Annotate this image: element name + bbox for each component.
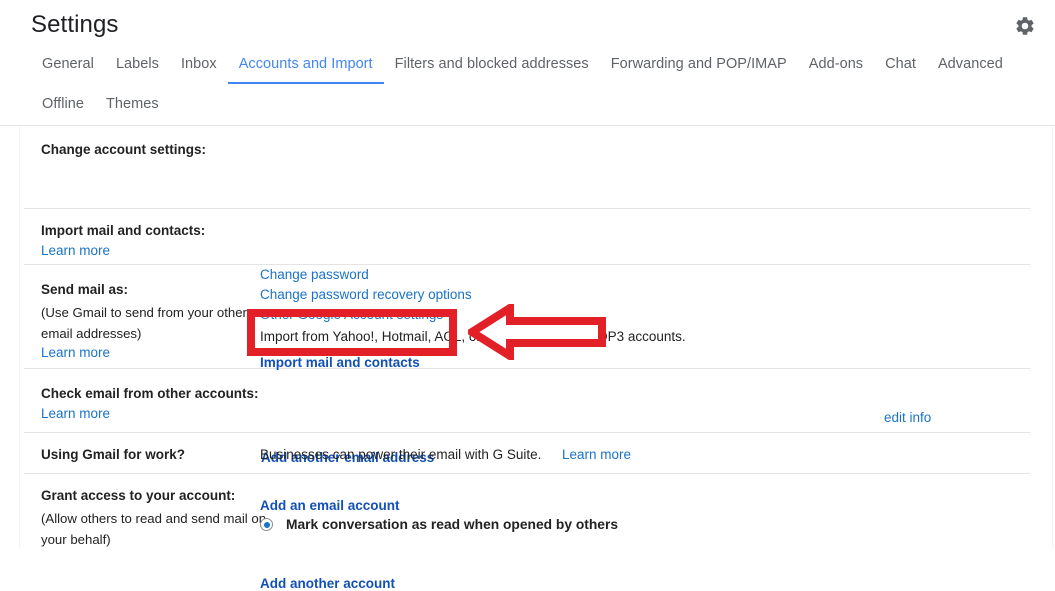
divider-4 xyxy=(24,432,1030,433)
radio-dot-icon xyxy=(263,521,270,528)
tab-general[interactable]: General xyxy=(31,56,105,82)
link-other-google-account-settings[interactable]: Other Google Account settings xyxy=(260,307,443,322)
tab-accounts-and-import[interactable]: Accounts and Import xyxy=(227,56,384,84)
link-learn-more-check-email[interactable]: Learn more xyxy=(41,406,110,421)
gear-icon[interactable] xyxy=(1012,13,1038,39)
label-check-email-from-other-accounts: Check email from other accounts: xyxy=(41,386,259,401)
text-send-mail-as-sub-2: email addresses) xyxy=(41,326,142,341)
text-grant-access-sub-1: (Allow others to read and send mail on xyxy=(41,511,267,526)
divider-5 xyxy=(24,473,1030,474)
label-change-account-settings: Change account settings: xyxy=(41,142,207,157)
radio-mark-conversation-read[interactable] xyxy=(260,518,273,531)
content-left-rule xyxy=(19,126,20,548)
tab-forwarding-and-pop-imap[interactable]: Forwarding and POP/IMAP xyxy=(600,56,798,82)
text-send-mail-as-sub-1: (Use Gmail to send from your other xyxy=(41,305,247,320)
tab-advanced[interactable]: Advanced xyxy=(927,56,1014,82)
settings-content: Change account settings: Change password… xyxy=(0,126,1055,591)
page-title: Settings xyxy=(31,11,119,38)
label-grant-access-to-your-account: Grant access to your account: xyxy=(41,488,236,503)
link-learn-more-import[interactable]: Learn more xyxy=(41,243,110,258)
link-add-another-account[interactable]: Add another account xyxy=(260,576,395,591)
link-learn-more-send-mail-as[interactable]: Learn more xyxy=(41,345,110,360)
text-import-description: Import from Yahoo!, Hotmail, AOL, or oth… xyxy=(260,329,686,344)
link-learn-more-gmail-for-work[interactable]: Learn more xyxy=(562,447,631,462)
link-edit-info[interactable]: edit info xyxy=(884,410,931,425)
divider-3 xyxy=(24,368,1030,369)
tab-add-ons[interactable]: Add-ons xyxy=(798,56,874,82)
label-send-mail-as: Send mail as: xyxy=(41,282,129,297)
tab-labels[interactable]: Labels xyxy=(105,56,170,82)
tab-inbox[interactable]: Inbox xyxy=(170,56,228,82)
label-import-mail-and-contacts: Import mail and contacts: xyxy=(41,223,206,238)
settings-header: Settings General Labels Inbox Accounts a… xyxy=(0,0,1055,126)
mark-conversation-read-row[interactable]: Mark conversation as read when opened by… xyxy=(260,517,618,532)
tab-chat[interactable]: Chat xyxy=(874,56,927,82)
link-import-mail-and-contacts[interactable]: Import mail and contacts xyxy=(260,355,420,370)
mark-conversation-read-label: Mark conversation as read when opened by… xyxy=(286,517,618,532)
text-gmail-for-work-description: Businesses can power their email with G … xyxy=(260,447,542,462)
text-grant-access-sub-2: your behalf) xyxy=(41,532,111,547)
divider-1 xyxy=(24,208,1030,209)
content-right-rule xyxy=(1052,126,1053,548)
label-using-gmail-for-work: Using Gmail for work? xyxy=(41,447,186,462)
link-change-password-recovery-options[interactable]: Change password recovery options xyxy=(260,287,472,302)
tab-filters-and-blocked-addresses[interactable]: Filters and blocked addresses xyxy=(384,56,600,82)
link-change-password[interactable]: Change password xyxy=(260,267,369,282)
link-add-an-email-account[interactable]: Add an email account xyxy=(260,498,400,513)
tab-themes[interactable]: Themes xyxy=(95,96,170,122)
settings-tabs-row-2: Offline Themes xyxy=(31,96,170,122)
divider-2 xyxy=(24,264,1030,265)
tab-offline[interactable]: Offline xyxy=(31,96,95,122)
settings-tabs-row-1: General Labels Inbox Accounts and Import… xyxy=(31,56,1014,84)
